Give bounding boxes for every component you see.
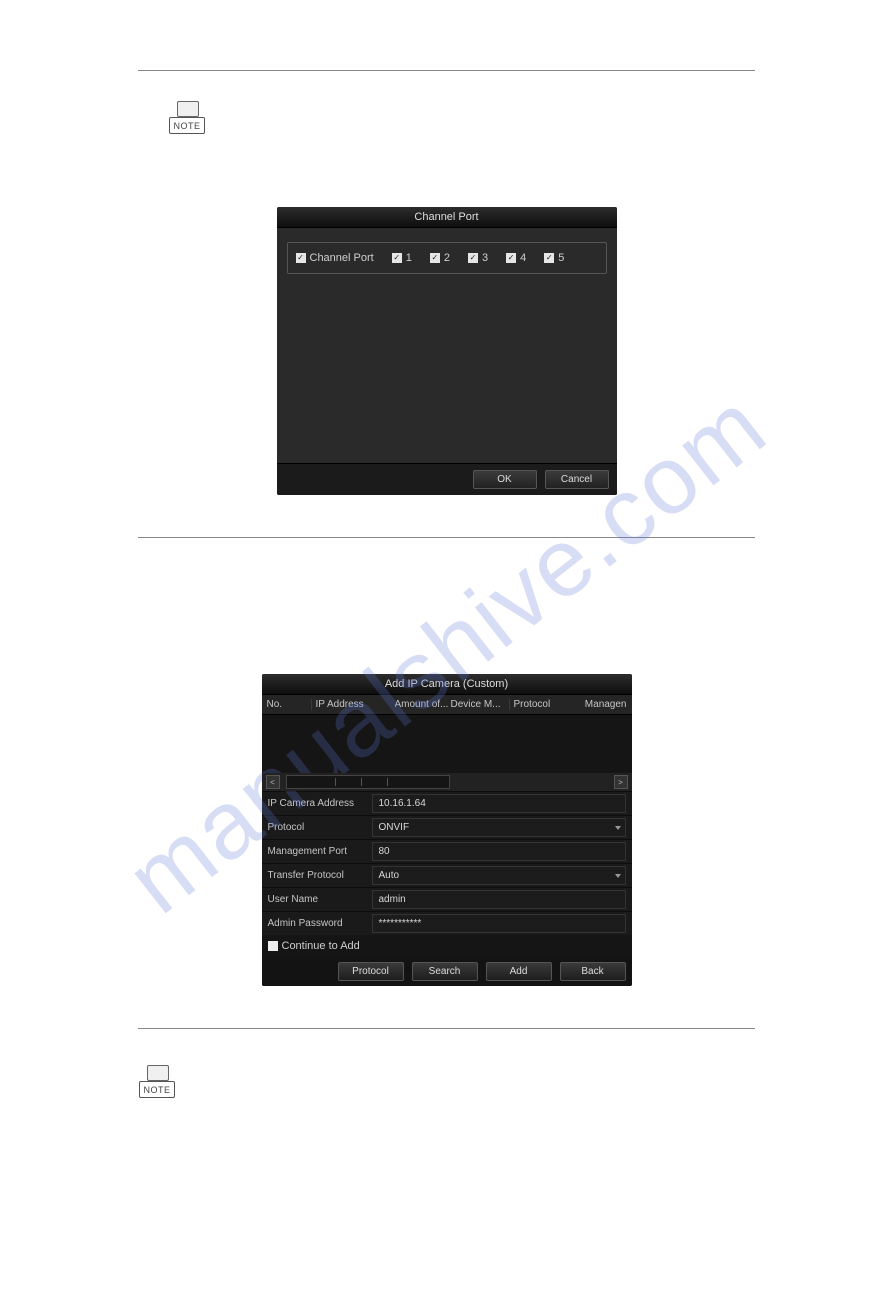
note-icon: NOTE xyxy=(138,1065,176,1101)
continue-to-add-row[interactable]: Continue to Add xyxy=(262,935,632,957)
channel-port-dialog: Channel Port ✓ Channel Port ✓1 ✓2 ✓3 ✓4 … xyxy=(277,207,617,495)
step-3-text: Step 3 Click Add to add the camera. xyxy=(0,1139,893,1161)
step-1-text: Step 1 On the IP Camera Management inter… xyxy=(0,566,893,594)
password-input[interactable]: *********** xyxy=(372,914,626,933)
chevron-down-icon xyxy=(615,874,621,878)
checkbox-label: 1 xyxy=(406,252,412,264)
col-protocol[interactable]: Protocol xyxy=(509,699,555,710)
figure-caption-2: Figure 2-35 Custom Adding IP Camera Inte… xyxy=(0,996,893,1010)
transfer-value: Auto xyxy=(379,870,400,881)
scroll-track[interactable] xyxy=(286,775,450,789)
checkbox-4[interactable]: ✓4 xyxy=(506,252,526,264)
check-icon: ✓ xyxy=(544,253,554,263)
password-label: Admin Password xyxy=(268,918,372,929)
checkbox-row: ✓ Channel Port ✓1 ✓2 ✓3 ✓4 ✓5 xyxy=(287,242,607,274)
checkbox-1[interactable]: ✓1 xyxy=(392,252,412,264)
transfer-label: Transfer Protocol xyxy=(268,870,372,881)
checkbox-3[interactable]: ✓3 xyxy=(468,252,488,264)
form-row-port: Management Port 80 xyxy=(262,839,632,863)
dialog-body: No. IP Address Amount of... Device M... … xyxy=(262,695,632,957)
col-no[interactable]: No. xyxy=(267,699,311,710)
transfer-select[interactable]: Auto xyxy=(372,866,626,885)
step-2-text: Step 2 You can edit the IP address, prot… xyxy=(0,1029,893,1051)
search-button[interactable]: Search xyxy=(412,962,478,981)
checkbox-label: 2 xyxy=(444,252,450,264)
checkbox-2[interactable]: ✓2 xyxy=(430,252,450,264)
scroll-left-button[interactable]: < xyxy=(266,775,280,789)
form-row-user: User Name admin xyxy=(262,887,632,911)
ip-value: 10.16.1.64 xyxy=(379,798,426,809)
port-label: Management Port xyxy=(268,846,372,857)
form-row-protocol: Protocol ONVIF xyxy=(262,815,632,839)
page-number: 42 xyxy=(0,1261,893,1275)
check-icon: ✓ xyxy=(430,253,440,263)
check-icon: ✓ xyxy=(468,253,478,263)
protocol-button[interactable]: Protocol xyxy=(338,962,404,981)
check-icon: ✓ xyxy=(506,253,516,263)
port-value: 80 xyxy=(379,846,390,857)
col-manage[interactable]: Managen xyxy=(555,699,627,710)
ip-input[interactable]: 10.16.1.64 xyxy=(372,794,626,813)
note-icon: NOTE xyxy=(168,101,206,137)
chevron-down-icon xyxy=(615,826,621,830)
table-body xyxy=(262,715,632,773)
col-amount[interactable]: Amount of... xyxy=(395,699,451,710)
dialog-footer: OK Cancel xyxy=(277,463,617,495)
password-value: *********** xyxy=(379,918,422,929)
dialog-title: Channel Port xyxy=(277,207,617,228)
col-ip[interactable]: IP Address xyxy=(311,699,395,710)
form-row-ip: IP Camera Address 10.16.1.64 xyxy=(262,791,632,815)
ip-label: IP Camera Address xyxy=(268,798,372,809)
continue-label: Continue to Add xyxy=(282,940,360,952)
ok-button[interactable]: OK xyxy=(473,470,537,489)
checkbox-label: 5 xyxy=(558,252,564,264)
protocol-label: Protocol xyxy=(268,822,372,833)
checkbox-all[interactable]: ✓ Channel Port xyxy=(296,252,374,264)
col-device[interactable]: Device M... xyxy=(451,699,509,710)
scroll-bar-row: < > xyxy=(262,773,632,791)
add-button[interactable]: Add xyxy=(486,962,552,981)
note-icon-label: NOTE xyxy=(139,1081,175,1098)
port-input[interactable]: 80 xyxy=(372,842,626,861)
note-icon-label: NOTE xyxy=(169,117,205,134)
cancel-button[interactable]: Cancel xyxy=(545,470,609,489)
note-2-text: If the IP camera to add has not been act… xyxy=(0,1107,893,1139)
dialog-body: ✓ Channel Port ✓1 ✓2 ✓3 ✓4 ✓5 xyxy=(277,228,617,463)
figure-caption-1: Figure 2-34 Select Multiple Channels xyxy=(0,505,893,519)
add-ip-camera-dialog: Add IP Camera (Custom) No. IP Address Am… xyxy=(262,674,632,986)
form-row-transfer: Transfer Protocol Auto xyxy=(262,863,632,887)
checkbox-label: 3 xyxy=(482,252,488,264)
option2-heading: OPTION 2: xyxy=(0,538,893,566)
check-icon: ✓ xyxy=(392,253,402,263)
checkbox-all-label: Channel Port xyxy=(310,252,374,264)
checkbox-icon xyxy=(268,941,278,951)
back-button[interactable]: Back xyxy=(560,962,626,981)
dialog-title: Add IP Camera (Custom) xyxy=(262,674,632,695)
user-label: User Name xyxy=(268,894,372,905)
protocol-select[interactable]: ONVIF xyxy=(372,818,626,837)
scroll-right-button[interactable]: > xyxy=(614,775,628,789)
form-row-password: Admin Password *********** xyxy=(262,911,632,935)
checkbox-5[interactable]: ✓5 xyxy=(544,252,564,264)
table-header: No. IP Address Amount of... Device M... … xyxy=(262,695,632,715)
user-value: admin xyxy=(379,894,406,905)
checkbox-label: 4 xyxy=(520,252,526,264)
dialog-footer: Protocol Search Add Back xyxy=(262,957,632,986)
top-divider xyxy=(138,70,755,71)
check-icon: ✓ xyxy=(296,253,306,263)
protocol-value: ONVIF xyxy=(379,822,410,833)
user-input[interactable]: admin xyxy=(372,890,626,909)
